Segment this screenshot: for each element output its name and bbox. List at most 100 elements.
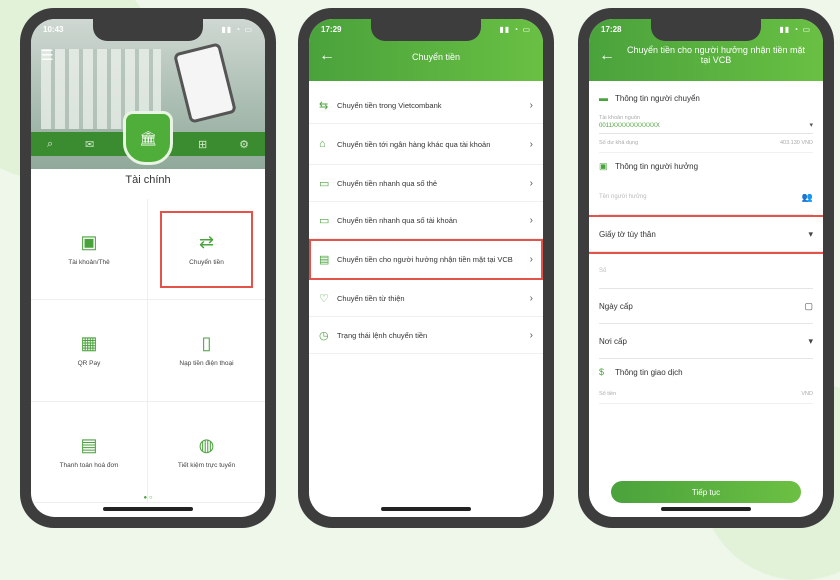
issue-date-input[interactable]: Ngày cấp ▢ <box>599 289 813 324</box>
dropdown-icon: ▾ <box>808 335 813 346</box>
status-time: 17:28 <box>601 25 622 34</box>
field-label: Ngày cấp <box>599 301 633 311</box>
contacts-icon[interactable]: 👥 <box>802 192 813 203</box>
list-item-label: Chuyển tiền nhanh qua số thẻ <box>337 178 438 188</box>
status-bar: 10:43 ▮▮ ◔ ▭ <box>43 25 253 34</box>
wallet-icon: ▣ <box>80 232 98 253</box>
phone-transfer-form: 17:28 ▮▮ ◔ ▭ ← Chuyển tiền cho người hưở… <box>578 8 834 528</box>
placeholder: Số <box>599 268 607 274</box>
settings-icon[interactable]: ⚙ <box>239 138 249 151</box>
chevron-right-icon: › <box>529 292 533 304</box>
tile-savings[interactable]: ◍ Tiết kiệm trực tuyến <box>148 402 265 503</box>
clock-icon: ◷ <box>319 329 329 342</box>
list-item[interactable]: ◷ Trạng thái lệnh chuyển tiền › <box>309 317 543 354</box>
page-dots: ● ○ <box>143 495 153 501</box>
list-item[interactable]: ⇆ Chuyển tiền trong Vietcombank › <box>309 87 543 124</box>
list-item-label: Chuyển tiền tới ngân hàng khác qua tài k… <box>337 139 491 149</box>
money-icon: $ <box>599 367 605 377</box>
tile-label: Nạp tiền điện thoại <box>179 360 234 368</box>
menu-icon[interactable]: ☰ <box>41 47 54 64</box>
chevron-right-icon: › <box>529 177 533 189</box>
status-bar: 17:29 ▮▮ ◔ ▭ <box>321 25 531 34</box>
chevron-right-icon: › <box>529 99 533 111</box>
chevron-right-icon: › <box>529 329 533 341</box>
phone-transfer-menu: 17:29 ▮▮ ◔ ▭ ← Chuyển tiền ⇆ Chuyển tiền… <box>298 8 554 528</box>
transfer-menu-screen: 17:29 ▮▮ ◔ ▭ ← Chuyển tiền ⇆ Chuyển tiền… <box>309 19 543 517</box>
charity-icon: ♡ <box>319 292 329 305</box>
cash-icon: ▤ <box>319 253 330 266</box>
balance-row: Số dư khả dụng 403.130 VND <box>599 134 813 153</box>
tile-topup[interactable]: ▯ Nạp tiền điện thoại <box>148 300 265 402</box>
list-item-label: Chuyển tiền cho người hưởng nhận tiền mặ… <box>337 254 513 264</box>
back-arrow-icon[interactable]: ← <box>599 47 615 65</box>
amount-row[interactable]: Số tiền VND <box>599 385 813 404</box>
grid-icon[interactable]: ⊞ <box>198 138 207 151</box>
field-label: Nơi cấp <box>599 336 627 346</box>
search-icon[interactable]: ⌕ <box>47 138 53 151</box>
mail-icon[interactable]: ✉ <box>85 138 94 151</box>
receiver-name-input[interactable]: Tên người hưởng 👥 <box>599 180 813 215</box>
tile-label: QR Pay <box>77 360 101 368</box>
header: 17:29 ▮▮ ◔ ▭ ← Chuyển tiền <box>309 19 543 81</box>
card-icon: ▭ <box>319 177 330 190</box>
bank-shield-icon[interactable]: 🏛 <box>123 111 173 165</box>
balance-value: 403.130 VND <box>779 140 813 146</box>
piggy-bank-icon: ◍ <box>198 434 215 455</box>
list-item-label: Chuyển tiền trong Vietcombank <box>337 100 442 110</box>
signal-icon: ▮▮ ◔ ▭ <box>499 25 531 34</box>
bill-icon: ▤ <box>80 434 98 455</box>
tile-label: Tài khoản/Thẻ <box>68 259 110 267</box>
user-icon: ▣ <box>599 161 608 171</box>
list-item-label: Chuyển tiền nhanh qua số tài khoản <box>337 215 458 225</box>
home-screen: 10:43 ▮▮ ◔ ▭ ☰ ⌕ ✉ ⊞ ⚙ 🏛 Tài chính ▣ Tài… <box>31 19 265 517</box>
page-title: Chuyển tiền <box>411 52 461 62</box>
status-time: 10:43 <box>43 25 64 34</box>
status-time: 17:29 <box>321 25 342 34</box>
chevron-right-icon: › <box>529 253 533 265</box>
signal-icon: ▮▮ ◔ ▭ <box>221 25 253 34</box>
dropdown-icon: ▾ <box>808 228 813 239</box>
section-title: Thông tin người hưởng <box>615 162 699 171</box>
bank-icon: ⌂ <box>319 138 326 150</box>
list-item[interactable]: ⌂ Chuyển tiền tới ngân hàng khác qua tài… <box>309 124 543 165</box>
dropdown-icon: ▾ <box>809 122 813 129</box>
list-item[interactable]: ♡ Chuyển tiền từ thiện › <box>309 280 543 317</box>
id-document-select[interactable]: Giấy tờ tùy thân ▾ <box>589 215 823 254</box>
issue-place-select[interactable]: Nơi cấp ▾ <box>599 324 813 359</box>
signal-icon: ▮▮ ◔ ▭ <box>779 25 811 34</box>
transfer-form: ▬ Thông tin người chuyển Tài khoản nguồn… <box>589 85 823 517</box>
account-icon: ▭ <box>319 214 330 227</box>
field-label: Tài khoản nguồn <box>599 115 640 121</box>
section-title: Thông tin người chuyển <box>615 93 700 103</box>
list-item-cash-pickup[interactable]: ▤ Chuyển tiền cho người hưởng nhận tiền … <box>309 239 543 280</box>
card-icon: ▬ <box>599 93 608 103</box>
home-indicator <box>103 507 193 511</box>
tile-account[interactable]: ▣ Tài khoản/Thẻ <box>31 199 148 301</box>
continue-button[interactable]: Tiếp tục <box>611 481 801 503</box>
page-title: Chuyển tiền cho người hưởng nhận tiền mặ… <box>627 45 805 65</box>
list-item[interactable]: ▭ Chuyển tiền nhanh qua số thẻ › <box>309 165 543 202</box>
phone-home: 10:43 ▮▮ ◔ ▭ ☰ ⌕ ✉ ⊞ ⚙ 🏛 Tài chính ▣ Tài… <box>20 8 276 528</box>
list-item-label: Chuyển tiền từ thiện <box>337 293 405 303</box>
tile-transfer[interactable]: ⇄ Chuyển tiền <box>148 199 265 301</box>
transfer-options-list: ⇆ Chuyển tiền trong Vietcombank › ⌂ Chuy… <box>309 87 543 354</box>
field-label: Giấy tờ tùy thân <box>599 229 656 239</box>
chevron-right-icon: › <box>529 214 533 226</box>
tile-qr-pay[interactable]: ▦ QR Pay <box>31 300 148 402</box>
id-number-input[interactable]: Số <box>599 254 813 289</box>
amount-label: Số tiền <box>599 391 617 397</box>
tile-bill[interactable]: ▤ Thanh toán hoá đơn <box>31 401 148 503</box>
balance-label: Số dư khả dụng <box>599 140 639 146</box>
status-bar: 17:28 ▮▮ ◔ ▭ <box>601 25 811 34</box>
list-item[interactable]: ▭ Chuyển tiền nhanh qua số tài khoản › <box>309 202 543 239</box>
back-arrow-icon[interactable]: ← <box>319 47 335 65</box>
receiver-section: ▣ Thông tin người hưởng <box>589 153 823 180</box>
list-item-label: Trạng thái lệnh chuyển tiền <box>337 330 428 340</box>
tile-label: Tiết kiệm trực tuyến <box>177 461 236 469</box>
phone-image <box>173 42 237 124</box>
section-title: Thông tin giao dịch <box>615 367 683 377</box>
header: 17:28 ▮▮ ◔ ▭ ← Chuyển tiền cho người hưở… <box>589 19 823 81</box>
transfer-icon: ⇄ <box>198 232 215 253</box>
source-account-select[interactable]: Tài khoản nguồn 0011XXXXXXXXXXXX ▾ <box>599 111 813 134</box>
calendar-icon[interactable]: ▢ <box>804 301 813 312</box>
